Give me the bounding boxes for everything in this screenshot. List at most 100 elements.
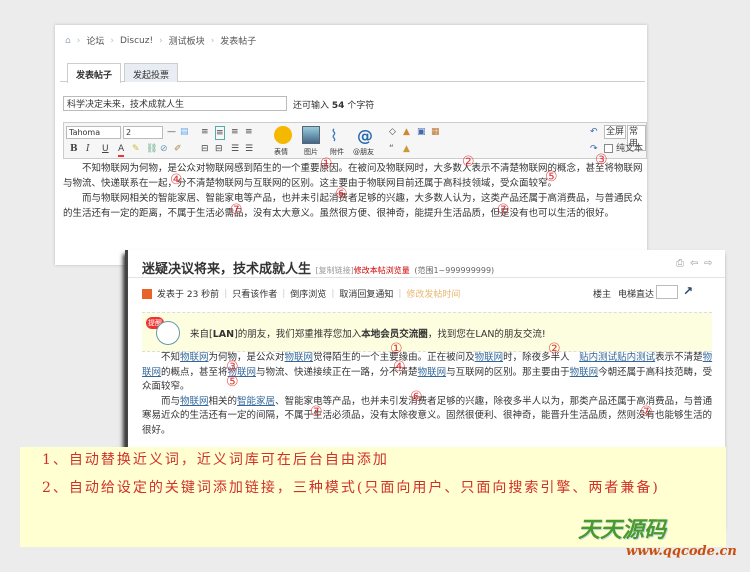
post-text: 与互联网的区别。那主要由于: [446, 366, 570, 378]
ordered-list-icon[interactable]: ☰: [231, 143, 239, 155]
align-right-icon[interactable]: ≡: [231, 126, 239, 138]
mention-label[interactable]: @朋友: [353, 147, 374, 157]
float-right-icon[interactable]: ⊟: [215, 143, 223, 155]
annotation-marker: ④: [393, 359, 406, 375]
justify-icon[interactable]: ≡: [245, 126, 253, 138]
keyword-link[interactable]: 物联网: [418, 367, 447, 378]
local-circle-link[interactable]: 本地会员交流圈: [361, 329, 428, 340]
align-center-icon[interactable]: ≡: [215, 126, 225, 140]
print-icon[interactable]: ⎙: [676, 258, 684, 269]
post-tabs: 发表帖子 发起投票: [60, 63, 645, 83]
remaining-prefix: 还可输入: [293, 101, 330, 111]
only-author-link[interactable]: 只看该作者: [232, 287, 277, 300]
breadcrumb-board[interactable]: 测试板块: [169, 34, 205, 47]
elevator-label: 电梯直达: [618, 290, 655, 300]
next-thread-icon[interactable]: ⇨: [704, 258, 712, 269]
font-select[interactable]: Tahoma: [66, 126, 121, 139]
breadcrumb-discuz[interactable]: Discuz!: [120, 36, 153, 46]
undo-icon[interactable]: ↶: [590, 126, 598, 138]
watermark-url: www.qqcode.cn: [626, 544, 737, 559]
cancel-notify-link[interactable]: 取消回复通知: [339, 287, 393, 300]
highlight-icon[interactable]: ✎: [132, 143, 140, 155]
keyword-link[interactable]: 贴内测试贴内测试: [579, 352, 655, 363]
emoji-label[interactable]: 表情: [274, 147, 288, 157]
annotation-marker: ②: [462, 154, 475, 170]
annotation-marker: ⑦: [640, 404, 653, 420]
keyword-link[interactable]: 物联网: [570, 367, 599, 378]
notice-prefix: 来自[: [190, 329, 213, 340]
modify-views-link[interactable]: 修改本帖浏览量: [354, 266, 410, 275]
attachment-icon[interactable]: ⌇: [330, 126, 348, 145]
unlink-icon[interactable]: ⊘: [160, 143, 168, 155]
float-left-icon[interactable]: ⊟: [201, 143, 209, 155]
fullscreen-button[interactable]: 全屏: [604, 125, 627, 139]
annotation-marker: ⑤: [226, 374, 239, 390]
emoji-icon[interactable]: [274, 126, 292, 144]
annotation-marker: ①: [320, 156, 333, 172]
hide-icon[interactable]: ▲: [403, 126, 410, 138]
text-color-button[interactable]: A: [118, 143, 125, 157]
annotation-marker: ①: [390, 341, 403, 357]
annotation-marker: ⑤: [545, 169, 558, 185]
annotation-marker: ⑥: [410, 389, 423, 405]
floor-jump-input[interactable]: [656, 285, 678, 299]
post-text: 表示不清楚: [655, 352, 703, 363]
notice-lan: LAN: [212, 329, 235, 340]
bold-button[interactable]: B: [70, 143, 78, 155]
remaining-suffix: 个字符: [347, 101, 375, 111]
table-icon[interactable]: ▤: [180, 126, 189, 138]
reverse-order-link[interactable]: 倒序浏览: [290, 287, 326, 300]
size-select[interactable]: 2: [123, 126, 163, 139]
image-icon[interactable]: [302, 126, 320, 144]
clear-format-icon[interactable]: ✐: [174, 143, 182, 155]
editor-content[interactable]: 不知物联网为何物，是公众对物联网感到陌生的一个重要原因。在被问及物联网时，大多数…: [63, 161, 647, 221]
editor-paragraph: 而与物联网相关的智能家居、智能家电等产品，也并未引起消费者足够的兴趣，大多数人认…: [63, 193, 643, 219]
tab-post-thread[interactable]: 发表帖子: [67, 63, 122, 83]
post-text: 而与: [161, 395, 181, 407]
annotation-marker: ④: [170, 172, 183, 188]
page-icon[interactable]: ▣: [417, 126, 426, 138]
feature-note: 1、自动替换近义词，近义词库可在后台自由添加: [42, 452, 389, 468]
quote-icon[interactable]: “: [389, 143, 394, 155]
modify-time-link[interactable]: 修改发帖时间: [406, 287, 460, 300]
post-text: 为何物，是公众对: [208, 352, 285, 363]
thread-title-text: 迷疑决议将来，技术成就人生: [142, 262, 312, 277]
code-icon[interactable]: ◇: [389, 126, 396, 138]
link-icon[interactable]: ⛓: [146, 143, 157, 155]
keyword-link[interactable]: 物联网: [180, 396, 209, 407]
copy-link[interactable]: [复制链接]: [316, 266, 354, 275]
annotation-marker: ⑦: [497, 202, 510, 218]
keyword-link[interactable]: 物联网: [475, 352, 504, 363]
tab-start-poll[interactable]: 发起投票: [124, 63, 179, 82]
underline-button[interactable]: U: [102, 143, 109, 155]
media-icon[interactable]: ▦: [431, 126, 440, 138]
keyword-link[interactable]: 智能家居: [237, 396, 275, 407]
home-icon[interactable]: ⌂: [65, 36, 71, 46]
post-text: 时，除夜多半人: [503, 352, 580, 363]
post-paragraph: 而与物联网相关的智能家居、智能家电等产品，也并未引发消费者足够的兴趣，除夜多半人…: [142, 395, 714, 439]
post-text: 相关的: [208, 395, 238, 407]
annotation-marker: ⑦: [310, 404, 323, 420]
image-label[interactable]: 图片: [304, 147, 318, 157]
annotation-marker: ⑦: [230, 202, 243, 218]
breadcrumb: ⌂ › 论坛 › Discuz! › 测试板块 › 发表帖子: [65, 34, 257, 48]
notice-mid: ]的朋友，我们郑重推荐您加入: [234, 329, 362, 340]
mention-icon[interactable]: @: [357, 126, 375, 145]
lock-icon[interactable]: ▲: [403, 143, 410, 155]
keyword-link[interactable]: 物联网: [285, 352, 314, 363]
align-left-icon[interactable]: ≡: [201, 126, 209, 138]
annotation-marker: ③: [226, 359, 239, 375]
unordered-list-icon[interactable]: ☰: [245, 143, 253, 155]
post-text: 的概点，甚至将: [161, 366, 228, 378]
plain-text-label[interactable]: 纯文本: [616, 143, 643, 155]
hr-icon[interactable]: —: [167, 126, 176, 138]
editor-toolbar: Tahoma 2 — ▤ B I U A ✎ ⛓ ⊘ ✐ ≡ ≡ ≡ ≡ ⊟ ⊟…: [63, 122, 647, 159]
breadcrumb-forum[interactable]: 论坛: [86, 34, 104, 47]
jump-go-icon[interactable]: ↗: [683, 284, 693, 298]
prev-thread-icon[interactable]: ⇦: [690, 258, 698, 269]
remaining-chars: 还可输入 54 个字符: [293, 98, 374, 111]
subject-input[interactable]: [63, 96, 287, 111]
keyword-link[interactable]: 物联网: [180, 352, 209, 363]
italic-button[interactable]: I: [86, 143, 90, 155]
annotation-marker: ⑥: [335, 186, 348, 202]
